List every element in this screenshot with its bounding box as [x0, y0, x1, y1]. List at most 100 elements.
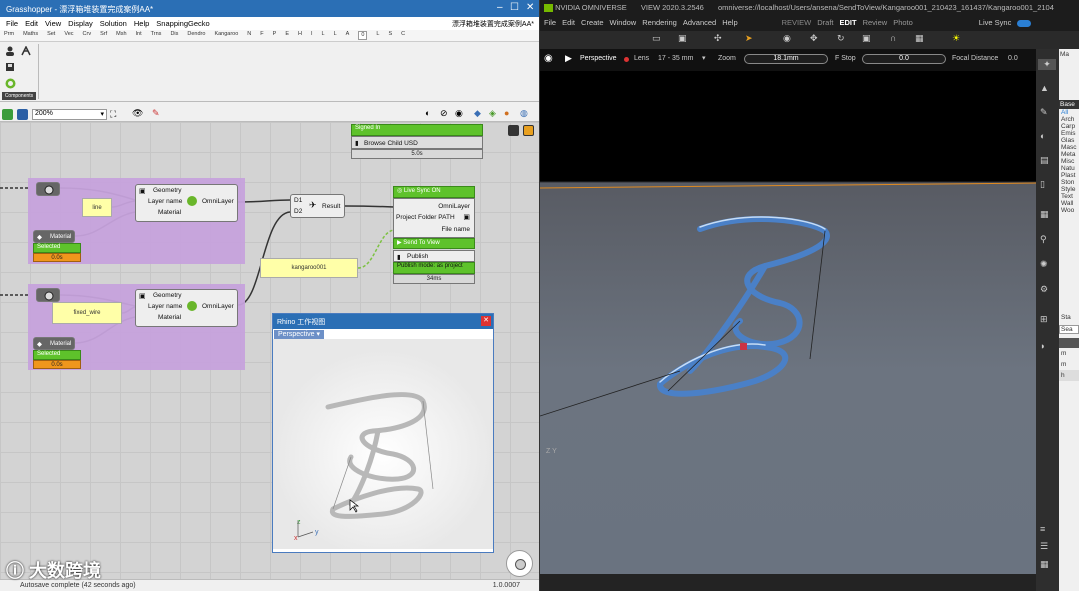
material-category-arch[interactable]: Arch	[1059, 116, 1079, 123]
ov-menu-advanced[interactable]: Advanced	[683, 18, 716, 29]
stage-search-field[interactable]: Sea	[1059, 325, 1079, 334]
lens-value[interactable]: 17 - 35 mm	[658, 55, 693, 62]
material-component-1[interactable]: ◆ Material	[33, 230, 75, 243]
live-sync-header[interactable]: ◎ Live Sync ON	[393, 186, 475, 198]
disk-icon[interactable]	[5, 62, 15, 72]
document-icon[interactable]: ▯	[1040, 179, 1045, 190]
rhino-title-bar[interactable]: Rhino 工作视图 ✕	[273, 314, 493, 329]
geometry-component-1[interactable]: ▣ Geometry Layer name Material OmniLayer	[135, 184, 238, 222]
mode-review-heading[interactable]: REVIEW	[782, 18, 812, 29]
rotate-icon[interactable]: ↻	[837, 33, 845, 44]
folder-icon[interactable]: ▭	[652, 33, 661, 44]
geometry-param-2[interactable]	[36, 288, 60, 302]
landscape-icon[interactable]: ▲	[1040, 83, 1049, 93]
tab-0[interactable]: 0	[358, 31, 368, 40]
wire-display-icon[interactable]: ◆	[474, 108, 481, 119]
settings-icon[interactable]	[508, 125, 519, 136]
ov-menu-file[interactable]: File	[544, 18, 556, 29]
material-category-ston[interactable]: Ston	[1059, 179, 1079, 186]
fstop-slider[interactable]: 0.0	[862, 54, 946, 64]
tab-trns[interactable]: Trns	[151, 31, 162, 40]
omniverse-title-bar[interactable]: NVIDIA OMNIVERSE VIEW 2020.3.2546 omnive…	[540, 0, 1079, 16]
stage-row-selected[interactable]	[1059, 338, 1079, 348]
panel-fixed-wire[interactable]: fixed_wire	[52, 302, 122, 324]
camera-icon[interactable]: ▶	[565, 53, 572, 64]
tab-a[interactable]: A	[346, 31, 350, 40]
rhino-viewport-window[interactable]: Rhino 工作视图 ✕ Perspective ▾ z y x	[272, 313, 494, 553]
tab-dis[interactable]: Dis	[170, 31, 178, 40]
grid-icon[interactable]: ▦	[1040, 559, 1049, 570]
tab-int[interactable]: Int	[136, 31, 142, 40]
scale-icon[interactable]: ▣	[862, 33, 871, 44]
geometry-param-1[interactable]	[36, 182, 60, 196]
tab-l2[interactable]: L	[334, 31, 337, 40]
mode-photo[interactable]: Photo	[893, 18, 913, 29]
menu-display[interactable]: Display	[68, 19, 93, 28]
menu-file[interactable]: File	[6, 19, 18, 28]
tab-s[interactable]: S	[388, 31, 392, 40]
grasshopper-title-bar[interactable]: Grasshopper - 漂浮箱堆装置完成案例AA* – ☐ ✕	[0, 0, 539, 17]
preview-eye-icon[interactable]: 👁	[132, 108, 143, 119]
mode-draft[interactable]: Draft	[817, 18, 833, 29]
tab-vec[interactable]: Vec	[64, 31, 73, 40]
tab-kangaroo[interactable]: Kangaroo	[214, 31, 238, 40]
tab-h[interactable]: H	[298, 31, 302, 40]
selected-toggle-1[interactable]: Selected	[33, 243, 81, 253]
tab-crv[interactable]: Crv	[83, 31, 92, 40]
document-preview-icon[interactable]: ◍	[520, 108, 528, 119]
material-category-meta[interactable]: Meta	[1059, 151, 1079, 158]
geometry-component-2[interactable]: ▣ Geometry Layer name Material OmniLayer	[135, 289, 238, 327]
light-icon[interactable]: ◉	[783, 33, 791, 44]
hierarchy-icon[interactable]: ⊞	[1040, 314, 1048, 325]
menu-edit[interactable]: Edit	[25, 19, 38, 28]
ov-menu-help[interactable]: Help	[722, 18, 737, 29]
material-category-emis[interactable]: Emis	[1059, 130, 1079, 137]
visibility-icon[interactable]: ◗	[1040, 341, 1045, 351]
panel-line[interactable]: line	[82, 198, 112, 217]
material-category-natu[interactable]: Natu	[1059, 165, 1079, 172]
gear-icon[interactable]: ⚙	[1040, 284, 1048, 295]
tab-l3[interactable]: L	[376, 31, 379, 40]
camera-name[interactable]: Perspective	[580, 55, 617, 62]
material-category-glas[interactable]: Glas	[1059, 137, 1079, 144]
material-category-text[interactable]: Text	[1059, 193, 1079, 200]
selected-toggle-2[interactable]: Selected	[33, 350, 81, 360]
bulb-icon[interactable]: ☀	[952, 33, 960, 44]
tab-e[interactable]: E	[285, 31, 289, 40]
focal-distance-value[interactable]: 0.0	[1008, 55, 1018, 62]
tab-l[interactable]: L	[322, 31, 325, 40]
save-icon[interactable]	[17, 109, 28, 120]
grasshopper-canvas[interactable]: line ◆ Material Selected 0.0s ▣ Geometry…	[0, 122, 539, 579]
ov-menu-rendering[interactable]: Rendering	[642, 18, 677, 29]
location-pin-icon[interactable]: ⚲	[1040, 234, 1047, 245]
mesh-quality-icon[interactable]: ◈	[489, 108, 496, 119]
tab-i[interactable]: I	[311, 31, 313, 40]
tab-prm[interactable]: Prm	[4, 31, 14, 40]
snap-icon[interactable]: ✣	[714, 33, 722, 44]
lock-icon[interactable]	[624, 57, 629, 62]
publish-button[interactable]: ▮ Publish	[393, 250, 475, 262]
move-icon[interactable]: ✥	[810, 33, 818, 44]
material-category-style[interactable]: Style	[1059, 186, 1079, 193]
brush-icon[interactable]: ✎	[1040, 107, 1048, 118]
close-icon[interactable]: ✕	[526, 2, 534, 13]
menu-snappinggecko[interactable]: SnappingGecko	[156, 19, 209, 28]
publish-mode[interactable]: Publish mode: as project	[393, 262, 475, 274]
toggle-icon[interactable]	[523, 125, 534, 136]
maximize-icon[interactable]: ☐	[510, 2, 519, 13]
gizmo-marker[interactable]	[740, 343, 747, 350]
preview-mode-icon[interactable]: ◐	[425, 108, 430, 118]
close-icon[interactable]: ✕	[481, 316, 491, 326]
eye-icon[interactable]: ◉	[544, 53, 553, 64]
zoom-extents-icon[interactable]: ⛶	[110, 109, 116, 120]
material-category-misc[interactable]: Misc	[1059, 158, 1079, 165]
omni-component-icon[interactable]	[5, 78, 16, 89]
shaded-preview-icon[interactable]: ◉	[455, 108, 463, 119]
tab-set[interactable]: Set	[47, 31, 55, 40]
stack-icon[interactable]: ☰	[1040, 541, 1048, 552]
omniverse-viewport[interactable]: Z Y	[540, 71, 1036, 574]
material-tab-base[interactable]: Base	[1059, 100, 1079, 109]
send-to-view-button[interactable]: ▶ Send To View	[393, 238, 475, 249]
mode-edit[interactable]: EDIT	[840, 18, 857, 29]
minimize-icon[interactable]: –	[497, 2, 503, 13]
